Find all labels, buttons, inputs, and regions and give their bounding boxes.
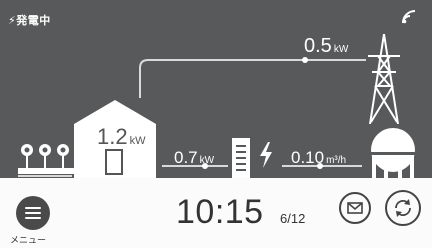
clock-date: 6/12 [280,211,306,226]
mail-icon [347,202,363,214]
sync-icon [395,199,411,217]
sync-button[interactable] [385,190,421,226]
menu-icon-line [25,207,41,209]
gas-value: 0.10 [291,148,325,167]
meter-unit: kW [199,155,215,166]
energy-monitor-screen: ⚡発電中 1.2 kW 0.7 kW 0.10 m³/h 0.5 kW メニュー… [0,0,432,248]
meter-value: 0.7 [174,148,198,167]
energy-flow-panel: ⚡発電中 1.2 kW 0.7 kW 0.10 m³/h 0.5 kW [0,0,432,178]
meter-power-value: 0.7 kW [174,149,214,167]
tower-icon [368,34,400,124]
gas-tank-icon [368,128,418,178]
flower-icon [18,144,74,174]
house-unit: kW [129,135,146,147]
menu-icon-line [25,212,41,214]
mail-button[interactable] [339,192,371,224]
gas-unit: m³/h [326,155,347,166]
gas-flow-value: 0.10 m³/h [291,149,346,167]
grid-power-value: 0.5 kW [304,36,348,56]
house-value: 1.2 [97,124,128,149]
clock-time: 10:15 [176,193,264,231]
menu-label: メニュー [10,236,47,246]
grid-unit: kW [333,44,349,55]
lightning-icon [260,142,272,168]
menu-icon-line [25,217,41,219]
menu-button[interactable] [16,196,50,230]
house-consumption-value: 1.2 kW [97,126,145,148]
grid-value: 0.5 [304,35,332,57]
